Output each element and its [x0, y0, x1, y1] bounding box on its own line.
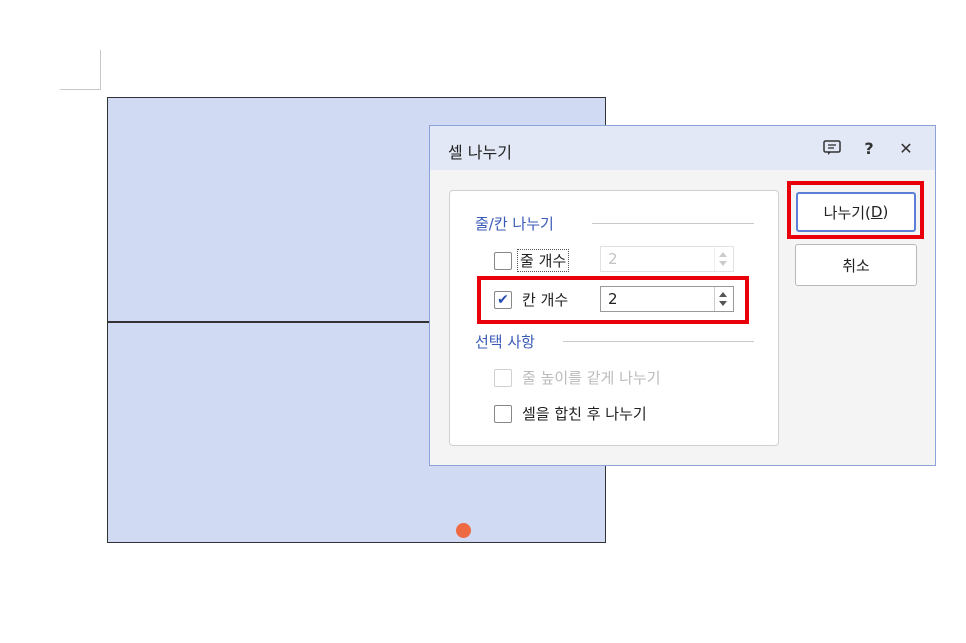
dialog-titlebar[interactable]: 셀 나누기 ? ✕	[430, 126, 935, 170]
cursor-dot	[456, 523, 471, 538]
page-corner-vertical	[100, 50, 101, 90]
section-options-line	[563, 341, 754, 342]
highlight-split-button	[787, 181, 924, 239]
spin-up-icon[interactable]	[719, 252, 727, 257]
cancel-button[interactable]: 취소	[795, 244, 917, 286]
merge-first-checkbox[interactable]	[494, 405, 512, 423]
merge-first-label: 셀을 합친 후 나누기	[522, 405, 647, 423]
rows-spin-arrows[interactable]	[714, 247, 733, 271]
rows-count-spinner[interactable]: 2	[600, 246, 734, 272]
equal-height-label: 줄 높이를 같게 나누기	[522, 369, 661, 387]
rows-count-value: 2	[608, 250, 618, 268]
section-split-line	[592, 223, 754, 224]
rows-label: 줄 개수	[517, 249, 570, 272]
spin-down-icon[interactable]	[719, 261, 727, 266]
equal-height-checkbox[interactable]	[494, 369, 512, 387]
comment-icon[interactable]	[821, 137, 843, 159]
page-corner-horizontal	[60, 89, 101, 90]
section-split-label: 줄/칸 나누기	[475, 215, 554, 233]
close-icon[interactable]: ✕	[895, 137, 917, 159]
help-icon[interactable]: ?	[858, 137, 880, 159]
rows-checkbox[interactable]	[494, 252, 512, 270]
highlight-cols-row	[477, 276, 749, 324]
dialog-title: 셀 나누기	[448, 143, 512, 162]
section-options-label: 선택 사항	[475, 333, 535, 351]
